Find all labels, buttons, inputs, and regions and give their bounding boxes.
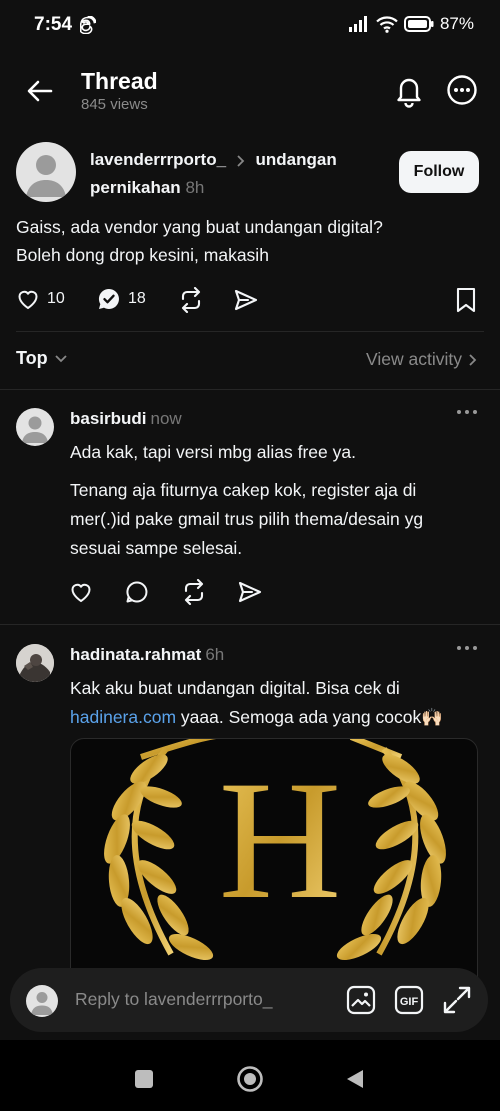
replies-button[interactable]: 18	[97, 287, 146, 311]
like-count: 10	[47, 290, 65, 307]
chevron-down-icon	[54, 354, 68, 364]
svg-text:GIF: GIF	[400, 996, 419, 1008]
like-button[interactable]: 10	[16, 287, 65, 311]
comment-text: Kak aku buat undangan digital. Bisa cek …	[70, 678, 443, 727]
status-time: 7:54	[34, 14, 73, 35]
divider	[0, 389, 500, 390]
op-time: 8h	[185, 178, 205, 197]
back-button[interactable]	[24, 75, 56, 107]
comment-avatar-photo[interactable]	[16, 644, 54, 682]
comment-text: Ada kak, tapi versi mbg alias free ya. T…	[70, 442, 424, 558]
signal-icon	[348, 16, 370, 32]
follow-button[interactable]: Follow	[399, 151, 479, 193]
heart-icon	[16, 287, 40, 311]
comment-repost-icon[interactable]	[181, 579, 207, 605]
comment-avatar[interactable]	[16, 408, 54, 446]
my-avatar	[26, 985, 58, 1017]
notification-bell-icon[interactable]	[393, 74, 425, 108]
gold-h-logo: H	[104, 739, 446, 961]
comment-like-icon[interactable]	[69, 580, 93, 604]
reply-count: 18	[128, 290, 146, 307]
comment-username[interactable]: hadinata.rahmat	[70, 645, 201, 664]
op-text: Gaiss, ada vendor yang buat undangan dig…	[16, 217, 383, 265]
wifi-icon	[376, 15, 398, 33]
comment-share-icon[interactable]	[237, 580, 263, 604]
op-avatar[interactable]	[16, 142, 76, 202]
svg-text:H: H	[219, 746, 342, 934]
op-header-line: lavenderrrporto_ undangan pernikahan 8h	[90, 146, 380, 202]
battery-percent: 87%	[439, 14, 474, 33]
home-button[interactable]	[236, 1065, 264, 1093]
comment-time: now	[150, 409, 182, 428]
status-right: 87%	[348, 14, 474, 34]
view-activity-link[interactable]: View activity	[366, 349, 478, 370]
gif-icon[interactable]: GIF	[394, 985, 424, 1015]
back-nav-button[interactable]	[345, 1068, 365, 1090]
image-attach-icon[interactable]	[346, 985, 376, 1015]
reply-check-icon	[97, 287, 121, 311]
chevron-right-icon	[235, 153, 247, 169]
divider	[0, 624, 500, 625]
expand-icon[interactable]	[442, 985, 472, 1015]
comment-header: basirbudi now	[70, 409, 182, 429]
op-username[interactable]: lavenderrrporto_	[90, 150, 226, 169]
bookmark-icon[interactable]	[455, 287, 477, 313]
more-options-icon[interactable]	[446, 74, 478, 106]
divider	[16, 331, 484, 332]
comment-more-icon[interactable]	[456, 644, 478, 652]
website-link[interactable]: hadinera.com	[70, 707, 176, 727]
comment-header: hadinata.rahmat 6h	[70, 645, 224, 665]
page-title: Thread	[81, 68, 158, 94]
share-icon[interactable]	[233, 288, 259, 312]
comment-reply-icon[interactable]	[125, 580, 149, 604]
comment-username[interactable]: basirbudi	[70, 409, 147, 428]
recents-button[interactable]	[134, 1069, 154, 1089]
repost-icon[interactable]	[178, 287, 204, 313]
battery-icon	[403, 16, 434, 32]
chevron-right-icon	[468, 353, 478, 367]
sort-dropdown[interactable]: Top	[16, 348, 68, 369]
comment-time: 6h	[205, 645, 225, 664]
comment-more-icon[interactable]	[456, 408, 478, 416]
threads-status-icon	[80, 16, 96, 34]
reply-input[interactable]: Reply to lavenderrrporto_	[75, 989, 272, 1010]
view-count: 845 views	[81, 96, 148, 113]
post-image[interactable]: H	[70, 738, 478, 998]
